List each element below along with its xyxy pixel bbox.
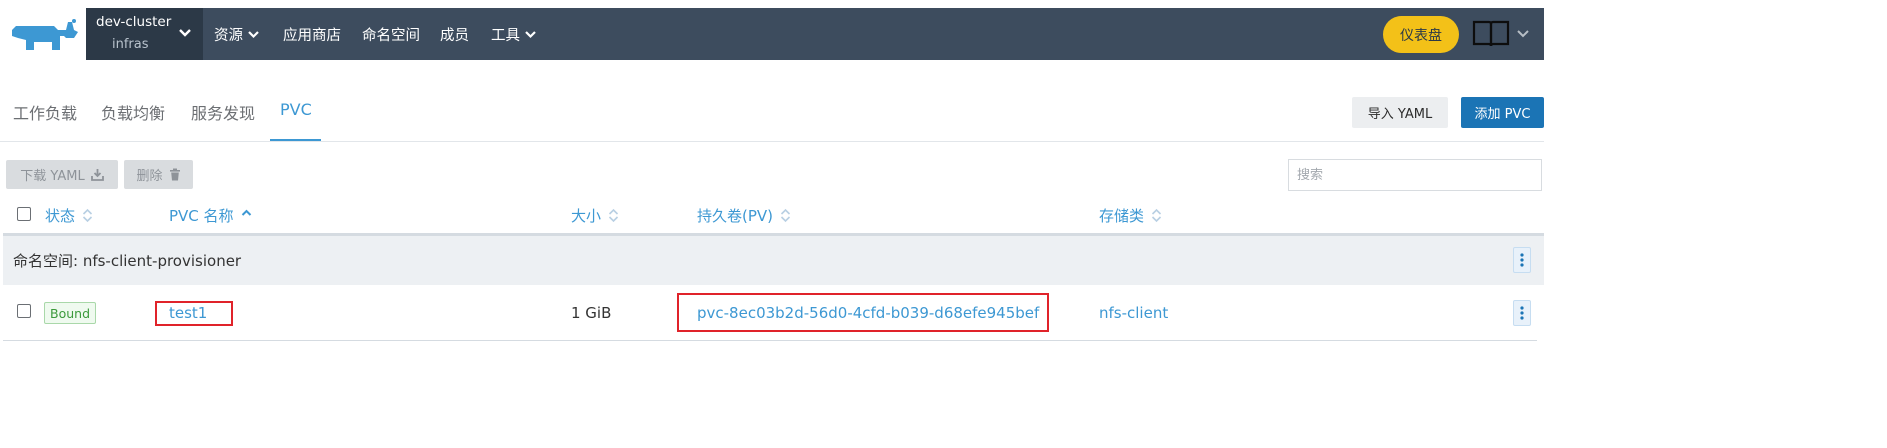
storage-class-link[interactable]: nfs-client <box>1099 304 1168 322</box>
chevron-down-icon <box>1517 30 1529 38</box>
column-header-size-label: 大小 <box>571 206 602 225</box>
rancher-cow-icon <box>12 19 78 50</box>
namespace-group-row: 命名空间: nfs-client-provisioner <box>3 233 1544 285</box>
nav-app-store[interactable]: 应用商店 <box>283 8 341 60</box>
sort-icon <box>780 208 791 222</box>
nav-tools-label: 工具 <box>491 27 520 44</box>
sort-icon <box>608 208 619 222</box>
kebab-menu-icon <box>1520 306 1524 320</box>
chevron-down-icon <box>179 29 191 37</box>
top-nav-bar: dev-cluster infras 资源 应用商店 命名空间 成员 工具 仪表… <box>86 8 1544 60</box>
nav-resources[interactable]: 资源 <box>214 8 260 60</box>
tabs-divider <box>0 141 1544 142</box>
download-icon <box>90 169 104 181</box>
pvc-size: 1 GiB <box>571 304 612 322</box>
nav-resources-label: 资源 <box>214 27 243 44</box>
column-header-persistent-volume[interactable]: 持久卷(PV) <box>697 205 791 225</box>
chevron-down-icon <box>525 30 536 38</box>
kebab-menu-icon <box>1520 253 1524 267</box>
tab-load-balancing[interactable]: 负载均衡 <box>101 100 165 126</box>
row-checkbox[interactable] <box>17 304 31 318</box>
column-header-size[interactable]: 大小 <box>571 205 619 225</box>
nav-app-store-label: 应用商店 <box>283 27 341 44</box>
column-header-status[interactable]: 状态 <box>45 205 93 225</box>
import-yaml-button[interactable]: 导入 YAML <box>1352 97 1448 128</box>
pvc-name-link[interactable]: test1 <box>169 304 207 322</box>
row-actions-button[interactable] <box>1513 300 1531 326</box>
docs-menu[interactable] <box>1472 19 1530 49</box>
sort-ascending-icon <box>241 209 251 216</box>
project-name: infras <box>112 37 149 52</box>
add-pvc-button[interactable]: 添加 PVC <box>1461 97 1544 128</box>
download-yaml-button[interactable]: 下载 YAML <box>6 160 118 189</box>
column-header-pvc-name[interactable]: PVC 名称 <box>169 205 252 225</box>
group-actions-button[interactable] <box>1513 247 1531 273</box>
tab-service-discovery[interactable]: 服务发现 <box>191 100 255 126</box>
rancher-logo[interactable] <box>0 8 86 60</box>
select-all-checkbox[interactable] <box>17 207 31 221</box>
nav-members-label: 成员 <box>440 27 469 44</box>
cluster-switcher[interactable]: dev-cluster infras <box>86 8 203 60</box>
column-header-storage-class[interactable]: 存储类 <box>1099 205 1162 225</box>
sort-icon <box>1151 208 1162 222</box>
column-header-persistent-volume-label: 持久卷(PV) <box>697 206 774 225</box>
tab-workloads[interactable]: 工作负载 <box>13 100 77 126</box>
column-header-status-label: 状态 <box>45 206 76 225</box>
nav-tools[interactable]: 工具 <box>491 8 537 60</box>
nav-members[interactable]: 成员 <box>440 8 469 60</box>
book-icon <box>1472 20 1510 47</box>
sort-icon <box>82 208 93 222</box>
tab-pvc[interactable]: PVC <box>280 100 312 126</box>
nav-namespaces[interactable]: 命名空间 <box>362 8 420 60</box>
chevron-down-icon <box>248 30 259 38</box>
column-header-pvc-name-label: PVC 名称 <box>169 206 234 225</box>
cluster-name: dev-cluster <box>96 14 172 30</box>
delete-label: 删除 <box>136 169 163 184</box>
delete-button[interactable]: 删除 <box>124 160 193 189</box>
column-header-storage-class-label: 存储类 <box>1099 206 1145 225</box>
download-yaml-label: 下载 YAML <box>20 169 85 184</box>
status-badge: Bound <box>44 302 97 324</box>
persistent-volume-link[interactable]: pvc-8ec03b2d-56d0-4cfd-b039-d68efe945bef <box>697 304 1039 322</box>
namespace-group-label: 命名空间: nfs-client-provisioner <box>13 252 242 270</box>
trash-icon <box>169 168 180 181</box>
nav-namespaces-label: 命名空间 <box>362 27 420 44</box>
search-input[interactable] <box>1288 159 1542 191</box>
dashboard-button[interactable]: 仪表盘 <box>1383 16 1459 53</box>
